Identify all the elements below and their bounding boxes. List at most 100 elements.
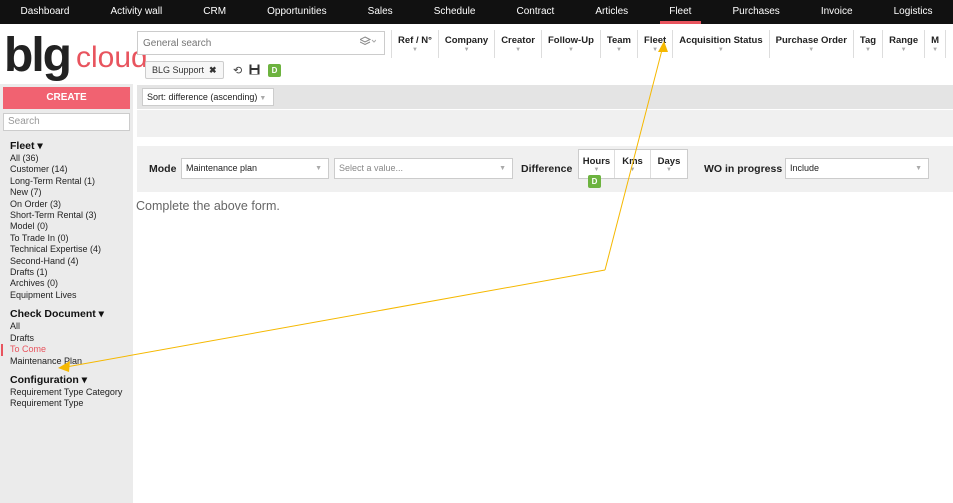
logo-blg: blg: [4, 29, 72, 82]
filter-chip-label: BLG Support: [152, 65, 205, 75]
unit-kms[interactable]: Kms ▼: [615, 150, 651, 178]
sidebar-section-fleet[interactable]: Fleet ▾: [10, 139, 133, 153]
unit-days-label: Days: [657, 155, 681, 167]
col-range-label: Range: [889, 35, 919, 46]
sidebar-item-requirement-type-category[interactable]: Requirement Type Category: [10, 387, 133, 398]
wo-in-progress-select[interactable]: Include ▼: [785, 158, 929, 179]
sidebar-item-long-term-rental[interactable]: Long-Term Rental (1): [10, 176, 133, 187]
chevron-down-icon: ▼: [865, 47, 871, 53]
sidebar-item-equipment-lives[interactable]: Equipment Lives: [10, 290, 133, 301]
nav-sales[interactable]: Sales: [347, 0, 413, 24]
chevron-down-icon: ▼: [900, 47, 907, 53]
chevron-down-icon: ▼: [463, 47, 470, 53]
chevron-down-icon: ▼: [315, 165, 322, 172]
app-logo[interactable]: blg cloud: [4, 28, 148, 82]
general-search-input[interactable]: [138, 32, 360, 54]
sidebar-item-short-term-rental[interactable]: Short-Term Rental (3): [10, 210, 133, 221]
sidebar-item-to-come[interactable]: To Come: [1, 344, 133, 357]
sidebar-item-archives[interactable]: Archives (0): [10, 278, 133, 289]
sidebar-menu: Fleet ▾ All (36) Customer (14) Long-Term…: [1, 136, 133, 410]
sidebar-search-input[interactable]: Search: [3, 113, 130, 131]
nav-fleet[interactable]: Fleet: [649, 0, 712, 24]
col-follow-up[interactable]: Follow-Up ▼: [542, 30, 601, 58]
value-select[interactable]: Select a value... ▼: [334, 158, 513, 179]
col-more[interactable]: M ▼: [925, 30, 947, 58]
col-team[interactable]: Team ▼: [601, 30, 639, 58]
sidebar-item-check-all[interactable]: All: [10, 321, 133, 332]
nav-opportunities[interactable]: Opportunities: [247, 0, 348, 24]
sidebar-item-technical-expertise[interactable]: Technical Expertise (4): [10, 244, 133, 255]
col-creator-label: Creator: [501, 35, 535, 46]
create-button[interactable]: CREATE: [3, 87, 130, 109]
nav-crm[interactable]: CRM: [183, 0, 247, 24]
nav-schedule[interactable]: Schedule: [413, 0, 496, 24]
unit-hours[interactable]: Hours ▼: [579, 150, 615, 178]
save-icon[interactable]: [249, 64, 260, 78]
chevron-down-icon: ▼: [499, 165, 506, 172]
value-placeholder: Select a value...: [339, 163, 404, 173]
nav-logistics[interactable]: Logistics: [873, 0, 953, 24]
unit-kms-label: Kms: [622, 155, 643, 167]
mode-select[interactable]: Maintenance plan ▼: [181, 158, 329, 179]
chevron-down-icon: ▼: [567, 47, 574, 53]
unit-days[interactable]: Days ▼: [651, 150, 687, 178]
toolbar-band: [137, 110, 953, 137]
chevron-down-icon: ▼: [593, 166, 600, 173]
col-acquisition-status-label: Acquisition Status: [679, 35, 763, 46]
sidebar-item-drafts[interactable]: Drafts (1): [10, 267, 133, 278]
col-fleet-label: Fleet: [644, 35, 667, 46]
wo-in-progress-label: WO in progress: [704, 163, 783, 175]
col-purchase-order-label: Purchase Order: [775, 35, 847, 46]
sidebar-item-new[interactable]: New (7): [10, 187, 133, 198]
nav-activity-wall[interactable]: Activity wall: [90, 0, 183, 24]
col-fleet[interactable]: Fleet ▼: [638, 30, 674, 58]
mode-value: Maintenance plan: [186, 163, 258, 173]
top-nav: Dashboard Activity wall CRM Opportunitie…: [0, 0, 953, 24]
sort-label: Sort: difference (ascending): [147, 92, 258, 102]
col-more-label: M: [931, 35, 940, 46]
sidebar-section-check-document[interactable]: Check Document ▾: [10, 307, 133, 321]
general-search: [137, 31, 385, 55]
col-follow-up-label: Follow-Up: [547, 35, 594, 46]
sidebar-section-configuration[interactable]: Configuration ▾: [10, 373, 133, 387]
nav-invoice[interactable]: Invoice: [800, 0, 873, 24]
sidebar-item-maintenance-plan[interactable]: Maintenance Plan: [10, 356, 133, 367]
sidebar-item-customer[interactable]: Customer (14): [10, 164, 133, 175]
chevron-down-icon: ▼: [652, 47, 659, 53]
unit-hours-label: Hours: [582, 155, 611, 167]
sidebar-item-on-order[interactable]: On Order (3): [10, 199, 133, 210]
close-icon[interactable]: ✖: [209, 65, 217, 76]
chevron-down-icon: ▼: [666, 166, 672, 173]
chevron-down-icon: ▼: [932, 47, 939, 53]
col-tag[interactable]: Tag ▼: [854, 30, 884, 58]
sidebar-item-model[interactable]: Model (0): [10, 221, 133, 232]
nav-contract[interactable]: Contract: [496, 0, 575, 24]
sidebar-item-requirement-type[interactable]: Requirement Type: [10, 398, 133, 409]
col-company[interactable]: Company ▼: [439, 30, 496, 58]
annotation-line-lower: [65, 269, 606, 368]
mode-label: Mode: [149, 163, 177, 175]
col-creator[interactable]: Creator ▼: [495, 30, 542, 58]
col-ref[interactable]: Ref / N° ▼: [392, 30, 439, 58]
layers-icon[interactable]: [358, 35, 377, 51]
col-acquisition-status[interactable]: Acquisition Status ▼: [673, 30, 770, 58]
nav-articles[interactable]: Articles: [575, 0, 649, 24]
chevron-down-icon: ▼: [808, 47, 815, 53]
col-ref-label: Ref / N°: [398, 35, 432, 46]
nav-dashboard[interactable]: Dashboard: [0, 0, 90, 24]
nav-purchases[interactable]: Purchases: [712, 0, 800, 24]
chevron-down-icon: ▼: [259, 95, 267, 102]
sidebar-item-to-trade-in[interactable]: To Trade In (0): [10, 233, 133, 244]
chevron-down-icon: ▼: [515, 47, 522, 53]
wo-in-progress-value: Include: [790, 163, 820, 173]
history-icon[interactable]: ⟲: [233, 64, 242, 77]
col-tag-label: Tag: [859, 35, 877, 46]
sidebar-item-second-hand[interactable]: Second-Hand (4): [10, 256, 133, 267]
col-purchase-order[interactable]: Purchase Order ▼: [770, 30, 854, 58]
sidebar-item-all[interactable]: All (36): [10, 153, 133, 164]
sort-select[interactable]: Sort: difference (ascending) ▼: [142, 88, 274, 106]
maintenance-form: Mode Maintenance plan ▼ Select a value..…: [137, 146, 953, 192]
status-badge: D: [268, 64, 281, 77]
col-range[interactable]: Range ▼: [883, 30, 926, 58]
sidebar-item-check-drafts[interactable]: Drafts: [10, 333, 133, 344]
